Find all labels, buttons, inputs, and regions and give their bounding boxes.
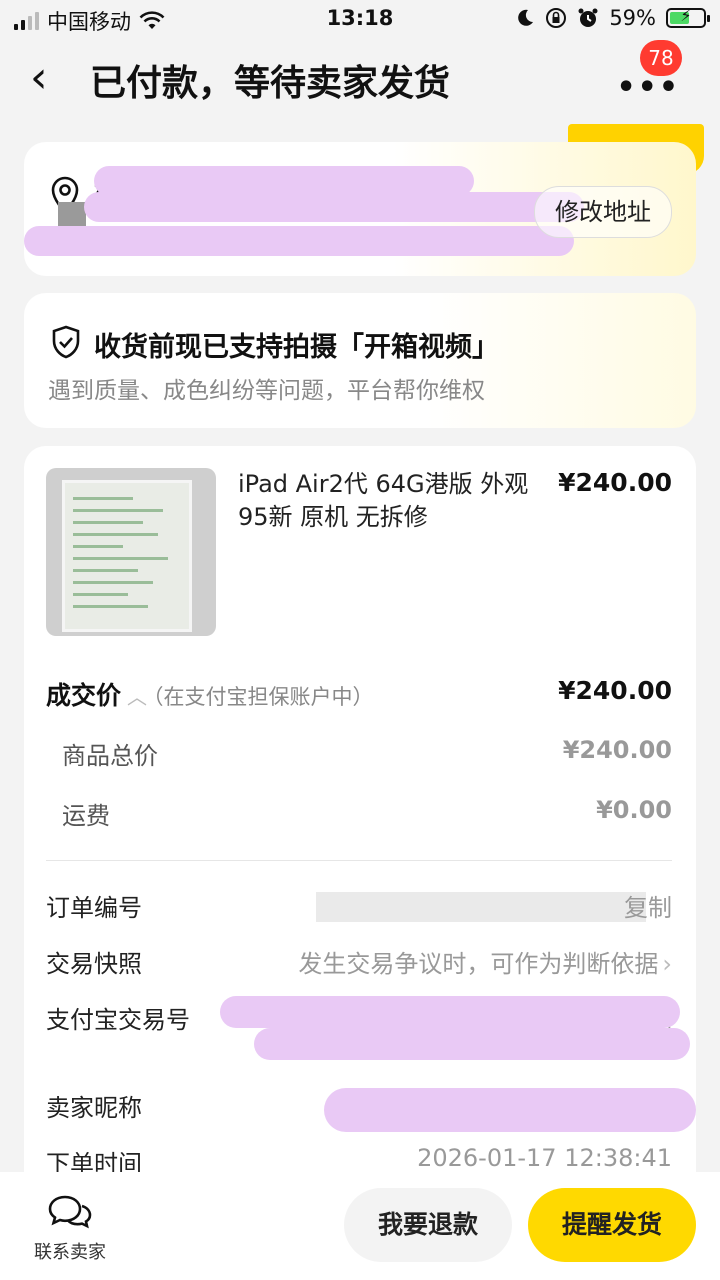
alarm-icon bbox=[578, 8, 598, 27]
contact-seller-button[interactable]: 联系卖家 bbox=[30, 1194, 110, 1264]
redaction-mark bbox=[220, 996, 680, 1028]
battery-percent: 59% bbox=[609, 6, 656, 30]
deal-price-row[interactable]: 成交价 ︿ （在支付宝担保账户中） ¥240.00 bbox=[46, 676, 672, 716]
modify-address-button[interactable]: 修改地址 bbox=[534, 186, 672, 238]
divider bbox=[46, 860, 672, 861]
address-card[interactable]: 杭州 修改地址 bbox=[24, 142, 696, 276]
goods-total-value: ¥240.00 bbox=[562, 736, 672, 764]
order-number-label: 订单编号 bbox=[46, 894, 142, 922]
shipping-value: ¥0.00 bbox=[596, 796, 672, 824]
redaction-mark bbox=[24, 226, 574, 256]
masked-order-number bbox=[316, 892, 646, 922]
order-card: iPad Air2代 64G港版 外观95新 原机 无拆修 ¥240.00 成交… bbox=[24, 446, 696, 1206]
goods-total-label: 商品总价 bbox=[62, 742, 158, 770]
redaction-mark bbox=[324, 1088, 696, 1132]
deal-price-value: ¥240.00 bbox=[558, 676, 672, 705]
rotation-lock-icon bbox=[546, 8, 567, 28]
page-title: 已付款，等待卖家发货 bbox=[90, 63, 451, 104]
redaction-mark bbox=[254, 1028, 690, 1060]
nav-bar: ‹ 已付款，等待卖家发货 ••• 78 bbox=[0, 40, 720, 120]
seller-label: 卖家昵称 bbox=[46, 1094, 142, 1122]
battery-icon: ⚡ bbox=[666, 6, 710, 28]
order-time-value: 2026-01-17 12:38:41 bbox=[417, 1144, 672, 1172]
status-bar: 中国移动 13:18 59% ⚡ bbox=[0, 0, 720, 40]
alipay-number-label: 支付宝交易号 bbox=[46, 1006, 190, 1034]
video-notice-title: 收货前现已支持拍摄「开箱视频」 bbox=[94, 332, 499, 363]
product-price: ¥240.00 bbox=[558, 468, 672, 497]
chat-bubbles-icon bbox=[48, 1195, 92, 1229]
shield-check-icon bbox=[52, 325, 80, 359]
shipping-label: 运费 bbox=[62, 802, 110, 830]
product-title[interactable]: iPad Air2代 64G港版 外观95新 原机 无拆修 bbox=[238, 468, 538, 534]
redaction-mark bbox=[84, 192, 584, 222]
notification-badge: 78 bbox=[640, 40, 682, 76]
snapshot-value: 发生交易争议时，可作为判断依据 bbox=[298, 950, 659, 978]
remind-shipping-button[interactable]: 提醒发货 bbox=[528, 1188, 696, 1262]
snapshot-label: 交易快照 bbox=[46, 950, 142, 978]
snapshot-row[interactable]: 交易快照 发生交易争议时，可作为判断依据 › bbox=[46, 944, 672, 984]
status-right: 59% ⚡ bbox=[515, 6, 710, 30]
charging-icon: ⚡ bbox=[680, 6, 692, 25]
back-icon[interactable]: ‹ bbox=[30, 50, 48, 106]
product-image[interactable] bbox=[46, 468, 216, 636]
unboxing-video-card[interactable]: 收货前现已支持拍摄「开箱视频」 遇到质量、成色纠纷等问题，平台帮你维权 bbox=[24, 293, 696, 428]
shipping-row: 运费 ¥0.00 bbox=[46, 796, 672, 836]
deal-price-hint: （在支付宝担保账户中） bbox=[153, 685, 374, 709]
contact-seller-label: 联系卖家 bbox=[34, 1242, 106, 1263]
more-icon[interactable]: ••• bbox=[616, 70, 680, 105]
copy-order-number-button[interactable]: 复制 bbox=[624, 888, 672, 923]
refund-button[interactable]: 我要退款 bbox=[344, 1188, 512, 1262]
order-number-row: 订单编号 复制 bbox=[46, 888, 672, 928]
ipad-screen-image bbox=[62, 480, 192, 632]
chevron-up-icon: ︿ bbox=[127, 685, 148, 709]
goods-total-row: 商品总价 ¥240.00 bbox=[46, 736, 672, 776]
moon-icon bbox=[518, 9, 534, 26]
bottom-action-bar: 联系卖家 我要退款 提醒发货 bbox=[0, 1172, 720, 1280]
video-notice-subtitle: 遇到质量、成色纠纷等问题，平台帮你维权 bbox=[48, 378, 485, 404]
deal-price-label: 成交价 bbox=[46, 681, 122, 710]
chevron-right-icon: › bbox=[662, 950, 672, 978]
